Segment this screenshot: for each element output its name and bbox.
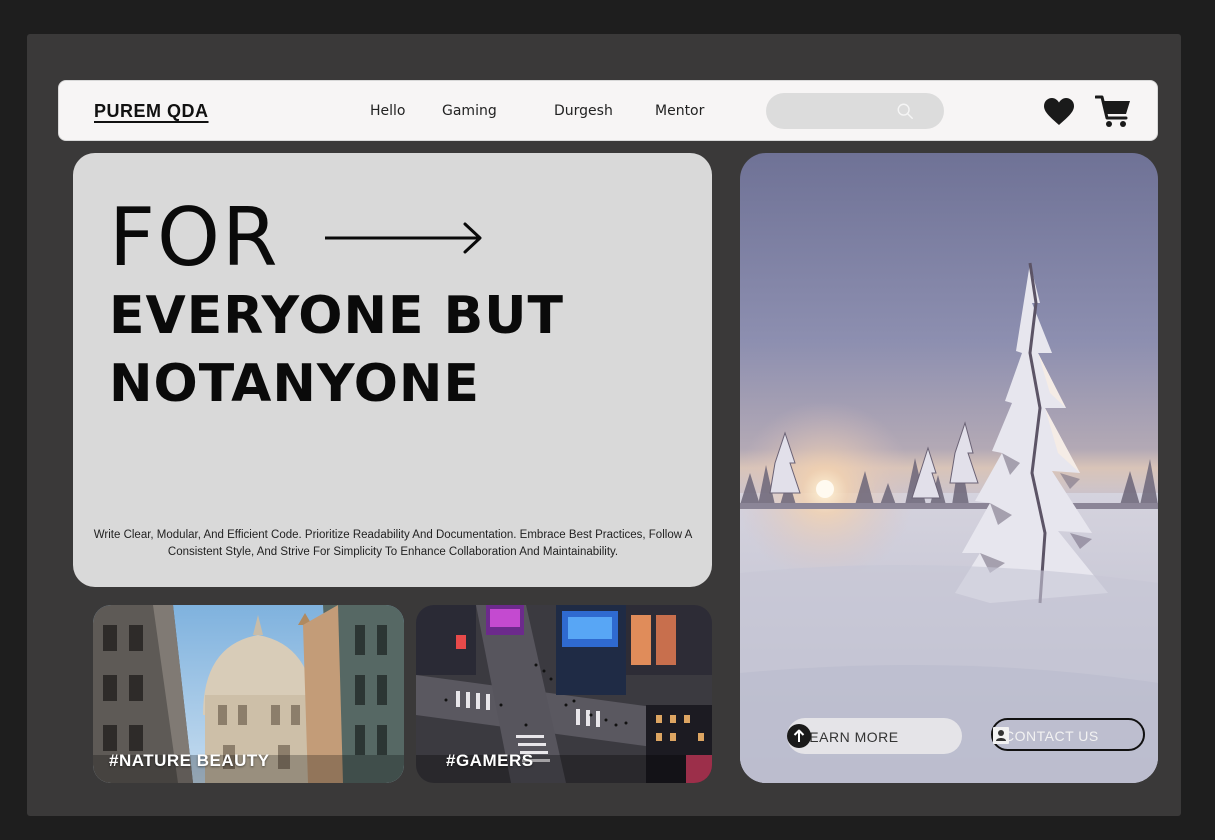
gamers-tag: #GAMERS xyxy=(446,751,534,770)
search-bar xyxy=(766,93,944,129)
nav-link-hello[interactable]: Hello xyxy=(370,103,406,119)
heart-icon[interactable] xyxy=(1044,98,1074,126)
nature-beauty-card[interactable]: #NATURE BEAUTY xyxy=(93,605,404,783)
arrow-right-icon xyxy=(325,222,482,254)
learn-more-button[interactable]: LEARN MORE xyxy=(787,718,962,754)
hero-heading-for: FOR xyxy=(109,191,280,284)
nav-link-mentor[interactable]: Mentor xyxy=(655,103,704,119)
arrow-up-icon xyxy=(787,724,811,748)
nature-beauty-tag: #NATURE BEAUTY xyxy=(109,751,270,770)
hero-card: FOR EVERYONE BUT NOTANYONE Write Clear, … xyxy=(73,153,712,587)
logo[interactable]: PUREM QDA xyxy=(94,101,209,122)
search-input[interactable] xyxy=(780,101,890,121)
snow-scene-illustration xyxy=(740,262,1158,783)
contact-card-icon xyxy=(993,727,1009,744)
cart-icon[interactable] xyxy=(1095,94,1131,128)
nav-link-gaming[interactable]: Gaming xyxy=(442,103,497,119)
nav-link-durgesh[interactable]: Durgesh xyxy=(554,103,613,119)
learn-more-label: LEARN MORE xyxy=(801,729,899,745)
hero-heading-line3: NOTANYONE xyxy=(109,354,480,414)
gamers-card[interactable]: #GAMERS xyxy=(416,605,712,783)
winter-landscape-image: LEARN MORE CONTACT US xyxy=(740,153,1158,783)
hero-description: Write Clear, Modular, And Efficient Code… xyxy=(93,529,693,558)
contact-us-button[interactable]: CONTACT US xyxy=(991,718,1145,751)
search-icon[interactable] xyxy=(896,102,914,120)
contact-us-label: CONTACT US xyxy=(1004,728,1099,744)
top-navbar: PUREM QDA Hello Gaming Durgesh Mentor xyxy=(58,80,1158,141)
hero-heading-line2: EVERYONE BUT xyxy=(109,286,564,346)
